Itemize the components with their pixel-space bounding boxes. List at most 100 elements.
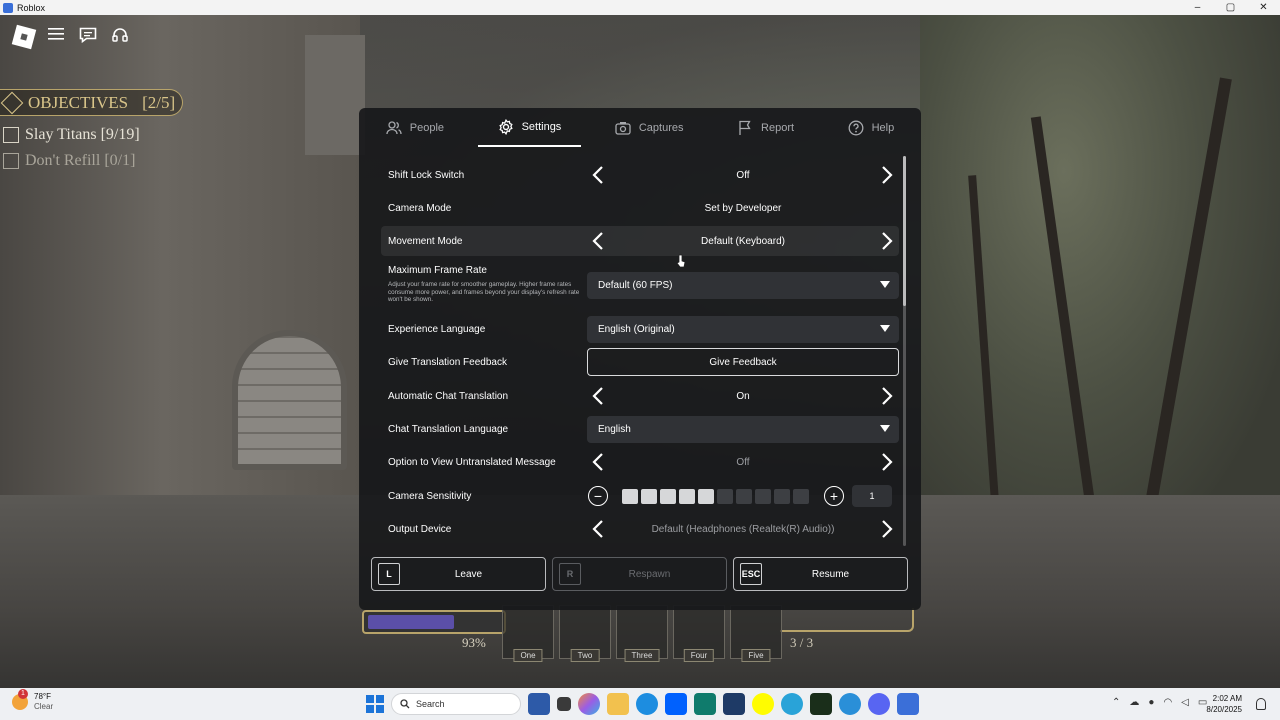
- hotbar-slot-label: Four: [683, 649, 715, 662]
- window-title: Roblox: [17, 2, 46, 13]
- clock-time: 2:02 AM: [1212, 694, 1242, 703]
- respawn-button[interactable]: R Respawn: [552, 557, 727, 591]
- chat-language-dropdown[interactable]: English: [587, 415, 899, 443]
- settings-scrollbar[interactable]: [903, 156, 906, 546]
- flag-icon: [737, 120, 753, 136]
- notification-bell-icon[interactable]: [1256, 698, 1266, 710]
- tab-people[interactable]: People: [366, 108, 464, 147]
- setting-label: Maximum Frame Rate: [388, 265, 487, 276]
- sensitivity-step[interactable]: [793, 488, 809, 504]
- chevron-right-icon[interactable]: [877, 448, 897, 476]
- sensitivity-slider[interactable]: [622, 488, 809, 504]
- hotbar-slot[interactable]: Three: [616, 605, 668, 662]
- experience-language-dropdown[interactable]: English (Original): [587, 315, 899, 343]
- store-icon[interactable]: [694, 693, 716, 715]
- dropbox-icon[interactable]: [665, 693, 687, 715]
- scrollbar-thumb[interactable]: [903, 156, 906, 306]
- file-explorer-icon[interactable]: [607, 693, 629, 715]
- chevron-right-icon[interactable]: [877, 227, 897, 255]
- tab-settings[interactable]: Settings: [477, 108, 582, 147]
- task-view-icon[interactable]: [557, 697, 571, 711]
- sensitivity-value-input[interactable]: 1: [852, 485, 892, 507]
- hotbar-slot[interactable]: Five: [730, 605, 782, 662]
- widget-app-icon[interactable]: [528, 693, 550, 715]
- chevron-left-icon[interactable]: [588, 515, 608, 543]
- close-button[interactable]: ✕: [1247, 0, 1280, 15]
- maximize-button[interactable]: ▢: [1214, 0, 1247, 15]
- tab-captures[interactable]: Captures: [595, 108, 704, 147]
- hotbar-slot[interactable]: One: [502, 605, 554, 662]
- sensitivity-step[interactable]: [736, 488, 752, 504]
- sensitivity-step[interactable]: [660, 488, 676, 504]
- roblox-logo-icon[interactable]: [11, 24, 37, 50]
- dropdown-value: English (Original): [598, 323, 675, 335]
- edge-icon[interactable]: [636, 693, 658, 715]
- hotbar-slot[interactable]: Four: [673, 605, 725, 662]
- snapchat-icon[interactable]: [752, 693, 774, 715]
- chevron-right-icon[interactable]: [877, 161, 897, 189]
- chevron-left-icon[interactable]: [588, 227, 608, 255]
- leave-button[interactable]: L Leave: [371, 557, 546, 591]
- checkbox-icon: [3, 127, 19, 143]
- terminal-icon[interactable]: [723, 693, 745, 715]
- sensitivity-step[interactable]: [774, 488, 790, 504]
- tab-report[interactable]: Report: [717, 108, 814, 147]
- hotbar-slot-label: Two: [570, 649, 600, 662]
- sensitivity-step[interactable]: [679, 488, 695, 504]
- setting-label: Camera Mode: [388, 202, 452, 214]
- discord-icon[interactable]: [868, 693, 890, 715]
- sensitivity-step[interactable]: [717, 488, 733, 504]
- sensitivity-step[interactable]: [622, 488, 638, 504]
- copilot-icon[interactable]: [578, 693, 600, 715]
- speaker-icon[interactable]: ◁: [1181, 697, 1189, 708]
- edge-beta-icon[interactable]: [839, 693, 861, 715]
- sensitivity-step[interactable]: [755, 488, 771, 504]
- microphone-icon[interactable]: ●: [1148, 697, 1154, 708]
- headset-icon[interactable]: [110, 27, 130, 47]
- plus-button[interactable]: +: [824, 486, 844, 506]
- search-placeholder: Search: [416, 699, 445, 709]
- health-percent: 93%: [462, 635, 486, 650]
- resume-button[interactable]: ESC Resume: [733, 557, 908, 591]
- frame-rate-dropdown[interactable]: Default (60 FPS): [587, 272, 899, 299]
- taskbar-clock[interactable]: 2:02 AM 8/20/2025: [1206, 693, 1242, 715]
- minus-button[interactable]: −: [588, 486, 608, 506]
- chevron-right-icon[interactable]: [877, 515, 897, 543]
- chat-icon[interactable]: [78, 27, 98, 47]
- tab-help[interactable]: Help: [828, 108, 915, 147]
- tab-label: Help: [871, 121, 895, 134]
- tab-label: Captures: [638, 121, 684, 134]
- chevron-left-icon[interactable]: [588, 161, 608, 189]
- chevron-right-icon[interactable]: [877, 382, 897, 410]
- xbox-icon[interactable]: [810, 693, 832, 715]
- hotbar-slot-label: Five: [741, 649, 771, 662]
- weather-widget[interactable]: 1 78°F Clear: [12, 689, 53, 712]
- sensitivity-step[interactable]: [641, 488, 657, 504]
- minimize-button[interactable]: –: [1181, 0, 1214, 15]
- chevron-left-icon[interactable]: [588, 448, 608, 476]
- objectives-emblem-icon: [0, 91, 24, 114]
- browser-icon[interactable]: [781, 693, 803, 715]
- hotbar-slot[interactable]: Two: [559, 605, 611, 662]
- sensitivity-step[interactable]: [698, 488, 714, 504]
- setting-camera-sensitivity: Camera Sensitivity − + 1: [381, 481, 899, 511]
- objectives-panel: OBJECTIVES [2/5]: [0, 89, 183, 116]
- setting-value: On: [736, 390, 750, 402]
- menu-icon[interactable]: [46, 27, 66, 47]
- wifi-icon[interactable]: ◠: [1163, 697, 1172, 708]
- setting-movement-mode[interactable]: Movement Mode Default (Keyboard): [381, 226, 899, 256]
- cloud-icon[interactable]: ☁: [1129, 697, 1139, 708]
- key-hint: R: [559, 563, 581, 585]
- chevron-left-icon[interactable]: [588, 382, 608, 410]
- give-feedback-button[interactable]: Give Feedback: [587, 348, 899, 376]
- caret-down-icon: [880, 424, 890, 432]
- camera-icon: [615, 120, 631, 136]
- notification-badge: 1: [18, 689, 28, 699]
- windows-start-icon[interactable]: [366, 695, 384, 713]
- hotbar: One Two Three Four Five: [502, 605, 782, 662]
- checkbox-icon: [3, 153, 19, 169]
- taskbar-search[interactable]: Search: [391, 693, 521, 715]
- roblox-taskbar-icon[interactable]: [897, 693, 919, 715]
- clock-date: 8/20/2025: [1206, 705, 1242, 714]
- chevron-up-icon[interactable]: ⌃: [1112, 697, 1120, 708]
